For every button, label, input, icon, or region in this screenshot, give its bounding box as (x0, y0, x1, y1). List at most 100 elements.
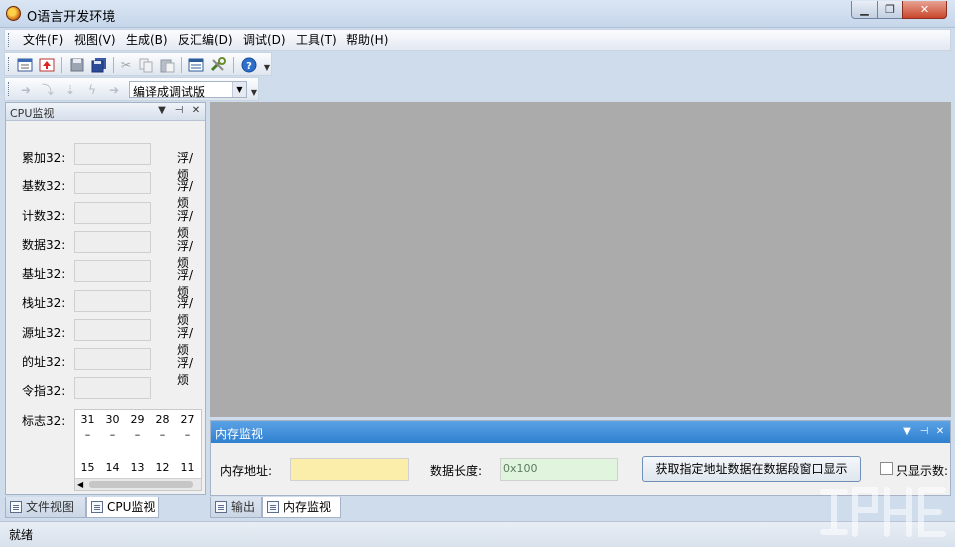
step-over-icon[interactable]: ➜ (17, 81, 35, 99)
open-icon[interactable] (38, 56, 56, 74)
pin-icon[interactable]: ⊣ (917, 425, 931, 439)
status-text: 就绪 (9, 528, 34, 542)
debug-toolbar: ➜ ⤵ ⇣ ϟ ➔ 编译成调试版 ▼ ▼ (4, 77, 259, 101)
menu-debug[interactable]: 调试(D) (237, 32, 292, 49)
register-label: 源址32: (22, 326, 66, 340)
menu-file[interactable]: 文件(F) (17, 32, 69, 49)
panel-menu-icon[interactable]: ▼ (900, 425, 914, 439)
maximize-button[interactable]: ❐ (877, 1, 903, 19)
tab-label: 输出 (231, 500, 256, 514)
window-title: O语言开发环境 (27, 10, 116, 25)
step-into-icon[interactable]: ⤵ (39, 81, 57, 99)
step-out-icon[interactable]: ➔ (105, 81, 123, 99)
register-label: 的址32: (22, 355, 66, 369)
save-all-icon[interactable] (90, 56, 108, 74)
scroll-thumb[interactable] (89, 481, 193, 488)
standard-toolbar: ✂ ? ▼ (4, 52, 272, 76)
register-field[interactable] (74, 377, 151, 399)
flag-bit: 15 (80, 461, 95, 474)
toolbar-separator (181, 57, 182, 73)
chevron-down-icon[interactable]: ▼ (232, 82, 246, 97)
toolbar-grip[interactable] (8, 82, 11, 96)
register-field[interactable] (74, 260, 151, 282)
flag-value: – (159, 428, 166, 441)
flag-bit: 28 (155, 413, 170, 426)
cpu-panel-title: CPU监视 (10, 107, 55, 120)
left-tab-strip: 文件视图 CPU监视 (5, 497, 206, 519)
register-field[interactable] (74, 231, 151, 253)
file-view-icon (10, 501, 22, 513)
panel-close-icon[interactable]: ✕ (189, 104, 203, 118)
build-mode-select[interactable]: 编译成调试版 ▼ (129, 81, 247, 99)
paste-icon[interactable] (158, 56, 176, 74)
app-icon (6, 6, 21, 21)
only-show-label: 只显示数: (896, 464, 949, 478)
register-field[interactable] (74, 348, 151, 370)
toolbar-overflow-icon[interactable]: ▼ (262, 62, 272, 74)
register-unit[interactable]: 浮/烦 (177, 324, 205, 358)
menu-grip[interactable] (8, 33, 11, 47)
fetch-memory-button[interactable]: 获取指定地址数据在数据段窗口显示 (642, 456, 861, 482)
register-field[interactable] (74, 143, 151, 165)
flag-bit: 11 (180, 461, 195, 474)
menu-help[interactable]: 帮助(H) (340, 32, 394, 49)
status-bar: 就绪 (0, 521, 955, 547)
new-project-icon[interactable] (16, 56, 34, 74)
run-to-cursor-icon[interactable]: ϟ (83, 81, 101, 99)
toolbar-overflow-icon[interactable]: ▼ (249, 87, 259, 99)
step-down-icon[interactable]: ⇣ (61, 81, 79, 99)
menu-build[interactable]: 生成(B) (120, 32, 174, 49)
flags-grid[interactable]: 31 30 29 28 27 – – – – – 15 14 13 12 11 … (74, 409, 202, 491)
cpu-monitor-icon (91, 501, 103, 513)
tab-cpu-monitor[interactable]: CPU监视 (86, 497, 159, 518)
save-icon[interactable] (68, 56, 86, 74)
tab-file-view[interactable]: 文件视图 (5, 497, 86, 518)
register-label: 基址32: (22, 267, 66, 281)
data-length-input[interactable]: 0x100 (500, 458, 618, 481)
memory-panel-title: 内存监视 (215, 427, 264, 441)
tab-memory-monitor[interactable]: 内存监视 (262, 497, 341, 518)
register-label: 数据32: (22, 238, 66, 252)
menu-view[interactable]: 视图(V) (68, 32, 122, 49)
toolbar-grip[interactable] (8, 57, 11, 71)
register-field[interactable] (74, 290, 151, 312)
memory-address-input[interactable] (290, 458, 409, 481)
register-field[interactable] (74, 319, 151, 341)
cpu-panel-header: CPU监视 ▼ ⊣ ✕ (6, 103, 205, 121)
help-icon[interactable]: ? (240, 56, 258, 74)
register-unit[interactable]: 浮/烦 (177, 294, 205, 328)
flag-value: – (184, 428, 191, 441)
data-length-label: 数据长度: (430, 464, 483, 478)
only-show-checkbox[interactable] (880, 462, 893, 475)
flag-value: – (134, 428, 141, 441)
register-field[interactable] (74, 202, 151, 224)
title-bar: O语言开发环境 ▁ ❐ ✕ (0, 0, 955, 28)
register-field[interactable] (74, 172, 151, 194)
menu-disassemble[interactable]: 反汇编(D) (172, 32, 239, 49)
register-label: 令指32: (22, 384, 66, 398)
build-mode-value: 编译成调试版 (133, 85, 206, 99)
close-button[interactable]: ✕ (902, 1, 947, 19)
memory-address-label: 内存地址: (220, 464, 273, 478)
flag-bit: 27 (180, 413, 195, 426)
minimize-button[interactable]: ▁ (851, 1, 878, 19)
copy-icon[interactable] (137, 56, 155, 74)
tools-icon[interactable] (209, 56, 227, 74)
panel-close-icon[interactable]: ✕ (933, 425, 947, 439)
cpu-monitor-panel: CPU监视 ▼ ⊣ ✕ 累加32: 浮/烦 基数32: 浮/烦 计数32: 浮/… (5, 102, 206, 495)
horizontal-scrollbar[interactable]: ◀ (75, 478, 201, 490)
panel-menu-icon[interactable]: ▼ (155, 104, 169, 118)
menu-tools[interactable]: 工具(T) (290, 32, 343, 49)
flag-bit: 12 (155, 461, 170, 474)
pin-icon[interactable]: ⊣ (172, 104, 186, 118)
register-unit[interactable]: 浮/烦 (177, 354, 205, 388)
scroll-left-icon[interactable]: ◀ (77, 479, 83, 490)
register-unit[interactable]: 浮/烦 (177, 177, 205, 211)
tab-output[interactable]: 输出 (210, 497, 262, 518)
register-label: 栈址32: (22, 296, 66, 310)
cut-icon[interactable]: ✂ (117, 56, 135, 74)
register-unit[interactable]: 浮/烦 (177, 207, 205, 241)
output-icon (215, 501, 227, 513)
tab-label: CPU监视 (107, 500, 156, 514)
register-table-icon[interactable] (187, 56, 205, 74)
